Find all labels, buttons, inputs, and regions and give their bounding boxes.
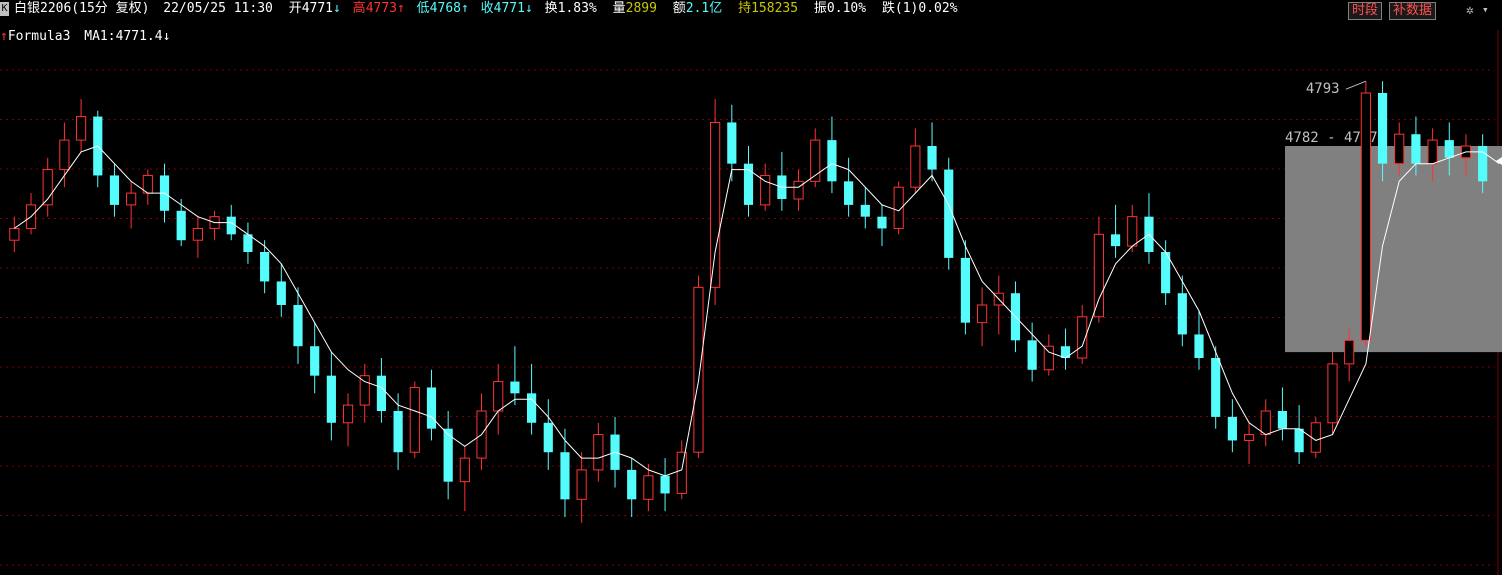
candle-body xyxy=(960,257,970,323)
candlestick-chart[interactable]: 4782 - 47474793 xyxy=(0,0,1502,575)
candle-body xyxy=(1194,334,1204,358)
candle-body xyxy=(1327,363,1338,424)
candle-body xyxy=(827,140,837,182)
candle-body xyxy=(260,252,270,282)
candle-body xyxy=(59,139,70,171)
candle-body xyxy=(593,434,604,471)
candle-body xyxy=(75,116,87,141)
candle-body xyxy=(1211,358,1221,417)
candle-body xyxy=(660,475,670,494)
candle-body xyxy=(1277,411,1288,429)
candle-body xyxy=(493,381,504,412)
candle-body xyxy=(643,475,654,500)
candle-body xyxy=(793,180,804,200)
candle-body xyxy=(1444,140,1454,158)
candle-body xyxy=(844,181,854,205)
candle-body xyxy=(576,469,587,500)
high-pointer xyxy=(1345,80,1367,90)
candle-body xyxy=(1360,92,1371,341)
ma1-line xyxy=(14,145,1500,477)
candle-body xyxy=(1478,146,1488,182)
candle-body xyxy=(1411,134,1421,164)
candle-body xyxy=(627,469,637,500)
candle-body xyxy=(192,227,203,241)
candle-body xyxy=(560,452,570,500)
candle-body xyxy=(710,121,721,288)
candle-body xyxy=(543,422,553,453)
candle-body xyxy=(459,457,470,483)
candle-body xyxy=(1260,410,1271,436)
price-zone xyxy=(1285,146,1502,353)
candle-body xyxy=(693,286,704,453)
candle-body xyxy=(1243,434,1255,441)
candle-body xyxy=(1110,234,1121,247)
candle-body xyxy=(1294,428,1304,453)
candle-body xyxy=(376,375,387,411)
high-label: 4793 xyxy=(1306,81,1340,97)
candle-body xyxy=(293,305,303,347)
candle-body xyxy=(109,175,120,205)
candle-body xyxy=(126,192,137,206)
candle-body xyxy=(176,210,186,241)
candle-body xyxy=(1344,339,1355,365)
candle-body xyxy=(1177,293,1187,335)
candle-body xyxy=(1377,93,1388,164)
candle-body xyxy=(727,122,737,164)
candle-body xyxy=(910,145,921,188)
candle-body xyxy=(276,281,286,305)
candle-body xyxy=(409,386,420,453)
candle-body xyxy=(510,381,520,394)
candle-body xyxy=(1310,422,1321,453)
candle-body xyxy=(1227,416,1237,441)
candle-body xyxy=(1043,345,1054,371)
candle-body xyxy=(359,375,370,406)
candle-body xyxy=(426,387,437,429)
candle-body xyxy=(226,216,236,235)
candle-body xyxy=(9,227,20,241)
candle-body xyxy=(877,216,887,229)
candle-body xyxy=(860,204,870,217)
candle-body xyxy=(1093,233,1104,318)
candle-body xyxy=(1027,340,1037,370)
candle-body xyxy=(760,174,771,206)
candle-body xyxy=(342,404,354,424)
candle-body xyxy=(676,451,687,494)
candle-body xyxy=(977,304,988,324)
candle-body xyxy=(326,375,336,423)
candle-body xyxy=(393,411,403,453)
candle-body xyxy=(310,346,320,376)
candle-body xyxy=(1427,139,1438,165)
candle-body xyxy=(1127,216,1138,247)
candle-body xyxy=(1394,133,1405,165)
candle-body xyxy=(927,146,937,170)
candle-body xyxy=(527,393,537,423)
